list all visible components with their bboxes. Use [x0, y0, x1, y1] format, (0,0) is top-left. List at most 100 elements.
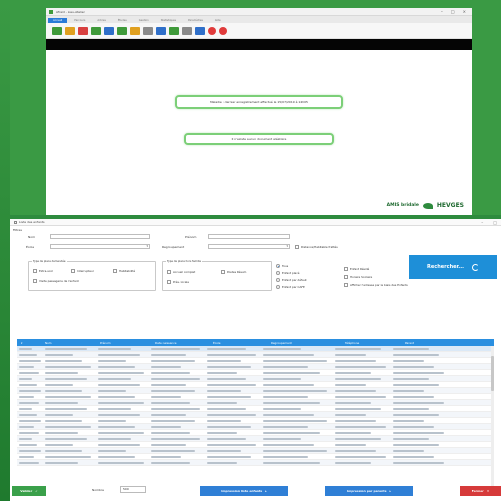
ecole-select[interactable] [50, 244, 150, 249]
table-cell-placeholder [97, 389, 127, 392]
table-cell-placeholder [44, 365, 92, 368]
table-cell-placeholder [97, 383, 140, 386]
save-icon[interactable] [78, 26, 88, 35]
minimize-icon[interactable]: – [481, 220, 483, 225]
settings-icon[interactable] [182, 26, 192, 35]
enfant-reside-checkbox[interactable] [344, 267, 348, 271]
folder-open-icon[interactable] [65, 26, 75, 35]
scrollbar-thumb[interactable] [491, 356, 494, 391]
extra-scol-checkbox[interactable] [33, 269, 37, 273]
accueil-complet-checkbox[interactable] [167, 270, 171, 274]
tab-parametres[interactable]: Paramètres [183, 18, 208, 23]
col-telephone[interactable]: Téléphone [345, 341, 405, 345]
radio-enfant-place[interactable] [276, 271, 280, 275]
children-window-title: Liste des enfants [19, 220, 45, 224]
table-cell-placeholder [150, 383, 186, 386]
table-cell-placeholder [97, 461, 145, 464]
close-button[interactable]: Fermer ✕ [460, 486, 501, 496]
table-cell-placeholder [150, 425, 181, 428]
nom-label: Nom [28, 235, 36, 239]
close-icon[interactable]: □ [493, 220, 497, 225]
tab-accueil[interactable]: Accueil [48, 18, 68, 23]
place-demandee-title: Type de place demandée [32, 260, 67, 263]
list-icon[interactable] [130, 26, 140, 35]
table-cell-placeholder [392, 413, 439, 416]
col-parent[interactable]: Parent [405, 341, 465, 345]
interrupteur-checkbox[interactable] [71, 269, 75, 273]
validate-button-label: Valider [20, 489, 33, 493]
col-regroupement[interactable]: Regroupement [271, 341, 345, 345]
col-nom[interactable]: Nom [45, 341, 100, 345]
grid-icon[interactable] [169, 26, 179, 35]
table-cell-placeholder [262, 389, 327, 392]
tab-gestion[interactable]: Gestion [134, 18, 154, 23]
table-cell-placeholder [392, 443, 439, 446]
tab-parcours[interactable]: Parcours [69, 18, 90, 23]
tab-statistiques[interactable]: Statistiques [156, 18, 181, 23]
calendar-icon[interactable] [104, 26, 114, 35]
globe-icon[interactable] [195, 26, 205, 35]
table-cell-placeholder [206, 365, 252, 368]
validate-button[interactable]: Valider ✓ [12, 486, 46, 496]
print-icon[interactable] [143, 26, 153, 35]
table-cell-placeholder [150, 371, 191, 374]
window-titlebar: Afraid - Lieu-Atelier – □ × [46, 8, 472, 16]
search-button[interactable]: Rechercher... [409, 255, 497, 279]
table-cell-placeholder [206, 437, 247, 440]
tab-etudes[interactable]: Études [113, 18, 132, 23]
table-cell-placeholder [150, 401, 191, 404]
table-cell-placeholder [19, 377, 33, 380]
table-cell-placeholder [19, 425, 35, 428]
table-cell-placeholder [206, 407, 247, 410]
table-row[interactable] [17, 460, 494, 466]
habitabilite-checkbox[interactable] [113, 269, 117, 273]
col-ecole[interactable]: École [213, 341, 271, 345]
regroupement-select[interactable] [208, 244, 290, 249]
table-cell-placeholder [262, 431, 321, 434]
table-cell-placeholder [334, 407, 381, 410]
print-children-button[interactable]: Impression liste enfants ▸ [200, 486, 288, 496]
folder-icon[interactable] [52, 26, 62, 35]
radio-enfant-cafe[interactable] [276, 285, 280, 289]
table-cell-placeholder [262, 371, 321, 374]
table-cell-placeholder [97, 413, 140, 416]
col-prenom[interactable]: Prénom [100, 341, 155, 345]
help-icon[interactable] [208, 26, 216, 35]
print-parents-button[interactable]: Impression par parents ▸ [325, 486, 413, 496]
table-cell-placeholder [392, 347, 429, 350]
col-date-naissance[interactable]: Date naissance [155, 341, 213, 345]
tab-aide[interactable]: Aide [210, 18, 226, 23]
table-cell-placeholder [334, 401, 371, 404]
table-cell-placeholder [206, 461, 237, 464]
minimize-icon[interactable]: – [441, 9, 443, 14]
prenom-input[interactable] [208, 234, 290, 239]
table-cell-placeholder [19, 365, 35, 368]
chart-icon[interactable] [156, 26, 166, 35]
horaire-scolaire-label: Horaire Scolaire [350, 275, 373, 279]
table-cell-placeholder [334, 371, 371, 374]
table-header: ▾ Nom Prénom Date naissance École Regrou… [17, 339, 494, 346]
postes-resum-checkbox[interactable] [221, 270, 225, 274]
exit-icon[interactable] [219, 26, 227, 35]
maximize-icon[interactable]: □ [451, 9, 455, 14]
people-icon[interactable] [91, 26, 101, 35]
radio-tous[interactable] [276, 264, 280, 268]
horaire-scolaire-checkbox[interactable] [344, 275, 348, 279]
house-icon[interactable] [117, 26, 127, 35]
filters-section-label: Filtres [13, 228, 22, 232]
nom-input[interactable] [50, 234, 150, 239]
accueil-complet-label: Accueil complet [173, 270, 196, 274]
pres-locale-label: Prés. locale [173, 280, 189, 284]
visite-checkbox[interactable] [33, 279, 37, 283]
afficher-adresse-checkbox[interactable] [344, 283, 348, 287]
pres-locale-checkbox[interactable] [167, 280, 171, 284]
table-cell-placeholder [44, 371, 78, 374]
tab-arbres[interactable]: Arbres [92, 18, 110, 23]
number-input[interactable]: 500 [120, 486, 146, 493]
close-icon[interactable]: × [463, 9, 466, 14]
table-cell-placeholder [44, 443, 74, 446]
table-scrollbar[interactable] [491, 346, 494, 486]
homonymes-checkbox[interactable] [295, 245, 299, 249]
radio-enfant-defaut[interactable] [276, 278, 280, 282]
table-cell-placeholder [97, 431, 145, 434]
